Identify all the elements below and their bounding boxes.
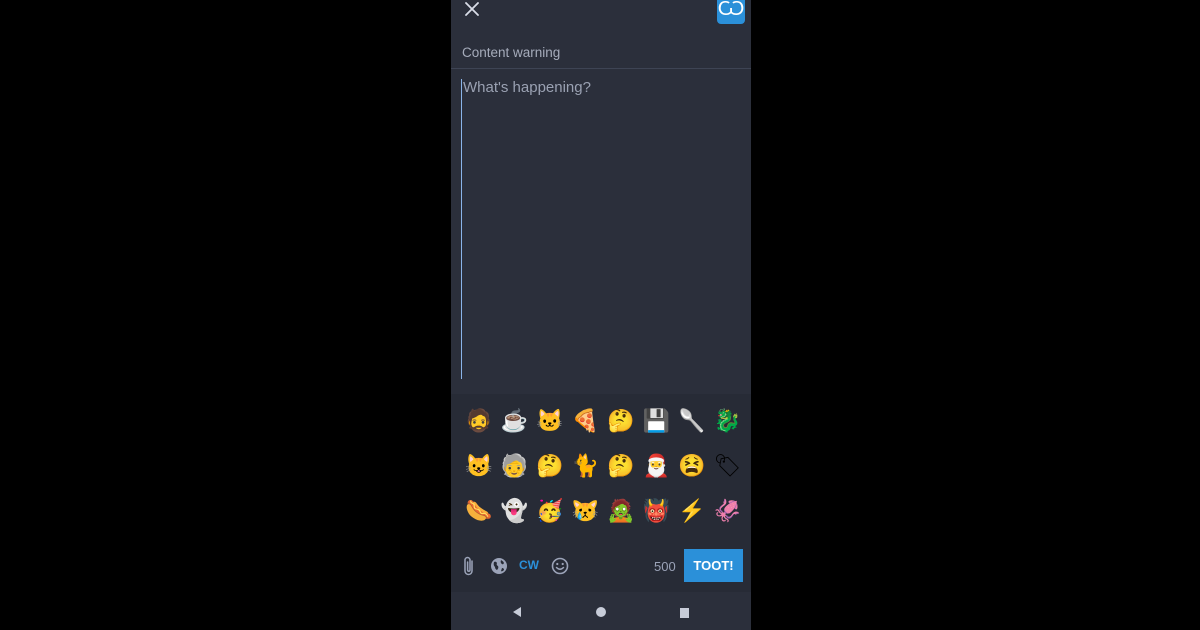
avatar-glyph: Ѡ bbox=[717, 0, 745, 20]
emoji-item[interactable]: 💾 bbox=[642, 406, 672, 436]
recents-square-icon bbox=[680, 608, 689, 618]
back-triangle-icon bbox=[513, 607, 521, 617]
back-button[interactable] bbox=[512, 605, 522, 623]
home-button[interactable] bbox=[595, 605, 607, 623]
close-button[interactable] bbox=[461, 0, 483, 22]
paperclip-icon bbox=[464, 556, 473, 576]
toot-button[interactable]: TOOT! bbox=[684, 549, 743, 582]
emoji-grid: 🧔 ☕ 🐱 🍕 🤔 💾 🥄 🐉 😺 🧓 🤔 🐈 🤔 🎅 😫 🏷 🌭 👻 🥳 😿 🧟 👹 ⚡ 🦑 bbox=[464, 406, 748, 541]
compose-top-bar: Ѡ bbox=[451, 0, 751, 36]
status-textarea[interactable] bbox=[461, 79, 743, 379]
home-circle-icon bbox=[596, 607, 606, 617]
emoji-item[interactable]: 🍕 bbox=[571, 406, 601, 436]
emoji-item[interactable]: 🥄 bbox=[677, 406, 707, 436]
emoji-item[interactable]: 🌭 bbox=[464, 496, 494, 526]
emoji-item[interactable]: 🎅 bbox=[642, 451, 672, 481]
smiley-icon bbox=[551, 557, 569, 575]
system-navigation-bar bbox=[451, 592, 751, 630]
compose-toolbar: CW 500 TOOT! bbox=[451, 544, 751, 592]
emoji-item[interactable]: 😫 bbox=[677, 451, 707, 481]
emoji-item[interactable]: 🤔 bbox=[606, 451, 636, 481]
close-icon bbox=[465, 2, 479, 16]
emoji-item[interactable]: 🤔 bbox=[535, 451, 565, 481]
globe-icon bbox=[491, 558, 507, 574]
attach-media-button[interactable] bbox=[457, 554, 481, 578]
emoji-item[interactable]: 🧓 bbox=[500, 451, 530, 481]
character-counter: 500 bbox=[654, 559, 676, 574]
emoji-item[interactable]: ☕ bbox=[500, 406, 530, 436]
account-avatar[interactable]: Ѡ bbox=[717, 0, 745, 24]
emoji-item[interactable]: 🏷 bbox=[713, 451, 743, 481]
cw-toggle[interactable]: CW bbox=[519, 558, 539, 572]
emoji-item[interactable]: 🐉 bbox=[713, 406, 743, 436]
emoji-item[interactable]: 👹 bbox=[642, 496, 672, 526]
emoji-button[interactable] bbox=[548, 554, 572, 578]
emoji-picker: 🧔 ☕ 🐱 🍕 🤔 💾 🥄 🐉 😺 🧓 🤔 🐈 🤔 🎅 😫 🏷 🌭 👻 🥳 😿 🧟 👹 ⚡ 🦑 bbox=[451, 394, 751, 544]
compose-screen: Ѡ 🧔☕🐱🍕🤔💾🥄🐉😺🧓🤔🐈🤔🎅😫🏷🌭👻🥳😿🧟👹⚡🦑 CW bbox=[451, 0, 751, 630]
emoji-item[interactable]: 😺 bbox=[464, 451, 494, 481]
status-area bbox=[451, 69, 751, 394]
emoji-item[interactable]: 😿 bbox=[571, 496, 601, 526]
emoji-item[interactable]: 🦑 bbox=[713, 496, 743, 526]
emoji-item[interactable]: 🤔 bbox=[606, 406, 636, 436]
recents-button[interactable] bbox=[679, 605, 690, 623]
emoji-item[interactable]: 🥳 bbox=[535, 496, 565, 526]
content-warning-input[interactable] bbox=[462, 42, 740, 62]
emoji-item[interactable]: 🧟 bbox=[606, 496, 636, 526]
emoji-item[interactable]: ⚡ bbox=[677, 496, 707, 526]
visibility-button[interactable] bbox=[487, 554, 511, 578]
emoji-item[interactable]: 👻 bbox=[500, 496, 530, 526]
emoji-item[interactable]: 🐈 bbox=[571, 451, 601, 481]
emoji-item[interactable]: 🐱 bbox=[535, 406, 565, 436]
content-warning-field bbox=[451, 36, 751, 69]
emoji-item[interactable]: 🧔 bbox=[464, 406, 494, 436]
